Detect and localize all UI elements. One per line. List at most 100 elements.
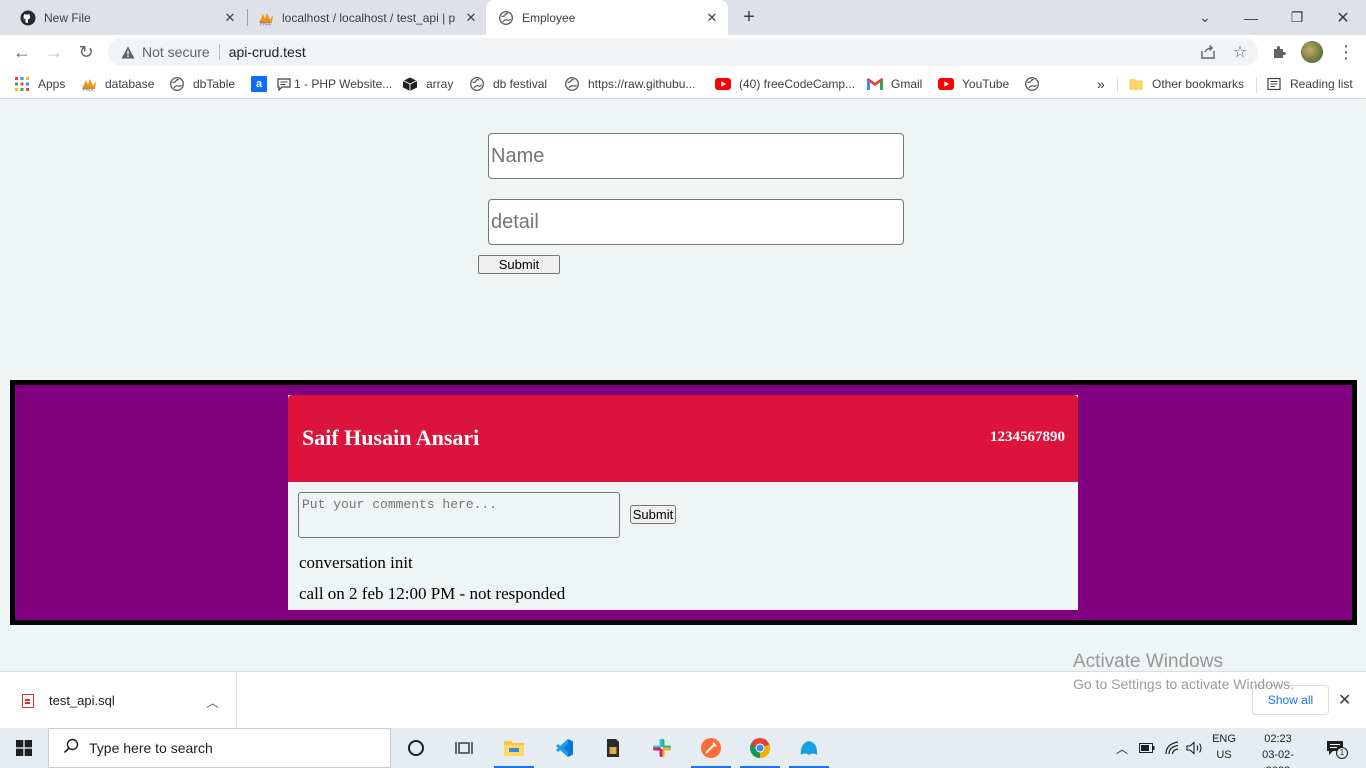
notification-icon: 1 bbox=[1326, 740, 1348, 759]
bookmarks-bar: Apps PMA database dbTable a 1 - PHP Webs… bbox=[0, 69, 1366, 99]
bookmark-freecodecamp[interactable]: (40) freeCodeCamp... bbox=[715, 75, 855, 93]
vscode-icon[interactable] bbox=[540, 728, 588, 768]
sim-card-icon[interactable] bbox=[589, 728, 637, 768]
tab-new-file[interactable]: New File ✕ bbox=[0, 0, 246, 35]
bookmark-raw-github[interactable]: https://raw.githubu... bbox=[564, 75, 695, 93]
chevron-up-icon[interactable]: ︿ bbox=[206, 692, 219, 711]
url-text[interactable]: api-crud.test bbox=[229, 44, 306, 60]
warning-icon[interactable] bbox=[120, 44, 136, 60]
taskbar-search[interactable]: Type here to search bbox=[48, 728, 391, 768]
close-icon[interactable]: ✕ bbox=[1338, 690, 1351, 710]
tab-search-icon[interactable]: ⌄ bbox=[1182, 0, 1228, 35]
avatar bbox=[1301, 41, 1323, 63]
language-indicator[interactable]: ENG US bbox=[1210, 731, 1238, 763]
file-explorer-icon[interactable] bbox=[490, 728, 538, 768]
bookmark-php-website[interactable]: 1 - PHP Website... bbox=[276, 75, 392, 93]
new-tab-button[interactable]: + bbox=[738, 6, 760, 28]
address-bar[interactable]: Not secure api-crud.test bbox=[108, 38, 1258, 66]
close-icon[interactable]: ✕ bbox=[461, 10, 481, 26]
tab-label: localhost / localhost / test_api | p bbox=[282, 10, 456, 25]
profile-avatar[interactable] bbox=[1300, 40, 1324, 64]
reading-list-label: Reading list bbox=[1290, 77, 1353, 91]
bookmarks-overflow-button[interactable]: » bbox=[1097, 75, 1105, 93]
svg-text:PMA: PMA bbox=[83, 88, 94, 93]
bookmark-label: YouTube bbox=[962, 77, 1010, 91]
chat-icon bbox=[276, 76, 292, 92]
bookmark-globe[interactable] bbox=[1024, 75, 1048, 93]
browser-toolbar: ← → ↻ Not secure api-crud.test ☆ ⋮ bbox=[0, 35, 1366, 69]
comment-submit-button[interactable]: Submit bbox=[630, 505, 676, 524]
phpmyadmin-icon: PMA bbox=[258, 10, 274, 26]
bookmark-label: Gmail bbox=[891, 77, 923, 91]
close-icon[interactable]: ✕ bbox=[220, 10, 240, 26]
detail-input[interactable] bbox=[488, 199, 904, 245]
comment-textarea[interactable] bbox=[298, 492, 620, 538]
svg-text:PMA: PMA bbox=[260, 21, 271, 26]
notification-center[interactable]: 1 bbox=[1320, 728, 1350, 768]
reading-list[interactable]: Reading list bbox=[1266, 75, 1353, 93]
clock-time: 02:23 bbox=[1264, 733, 1292, 745]
download-item[interactable]: test_api.sql ︿ bbox=[0, 672, 237, 729]
task-view-icon[interactable] bbox=[440, 728, 488, 768]
close-icon[interactable]: ✕ bbox=[702, 10, 722, 26]
region-code: US bbox=[1216, 749, 1232, 761]
bookmark-array[interactable]: array bbox=[402, 75, 453, 93]
share-icon[interactable] bbox=[1196, 40, 1220, 64]
bookmark-label: db festival bbox=[493, 77, 548, 91]
postman-icon[interactable] bbox=[687, 728, 735, 768]
back-button[interactable]: ← bbox=[10, 40, 34, 64]
app-icon[interactable] bbox=[785, 728, 833, 768]
bookmark-a[interactable]: a bbox=[251, 75, 275, 93]
folder-icon bbox=[1128, 76, 1144, 92]
conversation-note: call on 2 feb 12:00 PM - not responded bbox=[299, 584, 566, 603]
a-icon: a bbox=[251, 76, 267, 92]
youtube-icon bbox=[715, 76, 731, 92]
menu-icon[interactable]: ⋮ bbox=[1334, 40, 1358, 64]
tab-strip: New File ✕ PMA localhost / localhost / t… bbox=[0, 0, 1366, 35]
tab-label: Employee bbox=[522, 10, 576, 25]
restore-button[interactable]: ❐ bbox=[1274, 0, 1320, 35]
forward-button[interactable]: → bbox=[42, 40, 66, 64]
other-bookmarks[interactable]: Other bookmarks bbox=[1128, 75, 1244, 93]
other-bookmarks-label: Other bookmarks bbox=[1152, 77, 1245, 91]
bookmark-youtube[interactable]: YouTube bbox=[938, 75, 1009, 93]
volume-icon[interactable] bbox=[1184, 728, 1206, 768]
cube-icon bbox=[402, 76, 418, 92]
globe-icon bbox=[1024, 76, 1040, 92]
employee-name: Saif Husain Ansari bbox=[302, 425, 480, 450]
slack-icon[interactable] bbox=[638, 728, 686, 768]
reload-button[interactable]: ↻ bbox=[74, 40, 98, 64]
watermark-subtitle: Go to Settings to activate Windows. bbox=[1073, 676, 1294, 692]
security-label[interactable]: Not secure bbox=[142, 44, 210, 60]
chrome-icon[interactable] bbox=[736, 728, 784, 768]
clock[interactable]: 02:23 03-02-2022 bbox=[1252, 731, 1304, 768]
page-content: Submit Saif Husain Ansari 1234567890 Sub… bbox=[0, 100, 1366, 671]
minimize-button[interactable]: — bbox=[1228, 0, 1274, 35]
globe-icon bbox=[564, 76, 580, 92]
bookmark-dbtable[interactable]: dbTable bbox=[169, 75, 235, 93]
language-code: ENG bbox=[1212, 733, 1236, 745]
wifi-icon[interactable] bbox=[1160, 728, 1184, 768]
youtube-icon bbox=[938, 76, 954, 92]
close-window-button[interactable]: ✕ bbox=[1320, 0, 1366, 35]
name-input[interactable] bbox=[488, 133, 904, 179]
bookmark-database[interactable]: PMA database bbox=[81, 75, 154, 93]
submit-button[interactable]: Submit bbox=[478, 255, 560, 274]
extensions-icon[interactable] bbox=[1267, 40, 1291, 64]
bookmark-db-festival[interactable]: db festival bbox=[469, 75, 547, 93]
tab-phpmyadmin[interactable]: PMA localhost / localhost / test_api | p… bbox=[238, 0, 487, 35]
cortana-icon[interactable] bbox=[392, 728, 440, 768]
chevron-up-icon[interactable]: ︿ bbox=[1112, 728, 1132, 768]
reading-list-icon bbox=[1266, 76, 1282, 92]
watermark-title: Activate Windows bbox=[1073, 651, 1223, 672]
bookmark-gmail[interactable]: Gmail bbox=[867, 75, 922, 93]
bookmarks-divider bbox=[1117, 77, 1118, 93]
start-button[interactable] bbox=[0, 728, 48, 768]
star-icon[interactable]: ☆ bbox=[1228, 40, 1252, 64]
bookmark-label: Apps bbox=[38, 77, 66, 91]
tab-employee[interactable]: Employee ✕ bbox=[486, 0, 728, 35]
search-icon bbox=[63, 738, 79, 759]
bookmark-apps[interactable]: Apps bbox=[14, 75, 65, 93]
apps-grid-icon bbox=[14, 76, 30, 92]
battery-icon[interactable] bbox=[1136, 728, 1158, 768]
